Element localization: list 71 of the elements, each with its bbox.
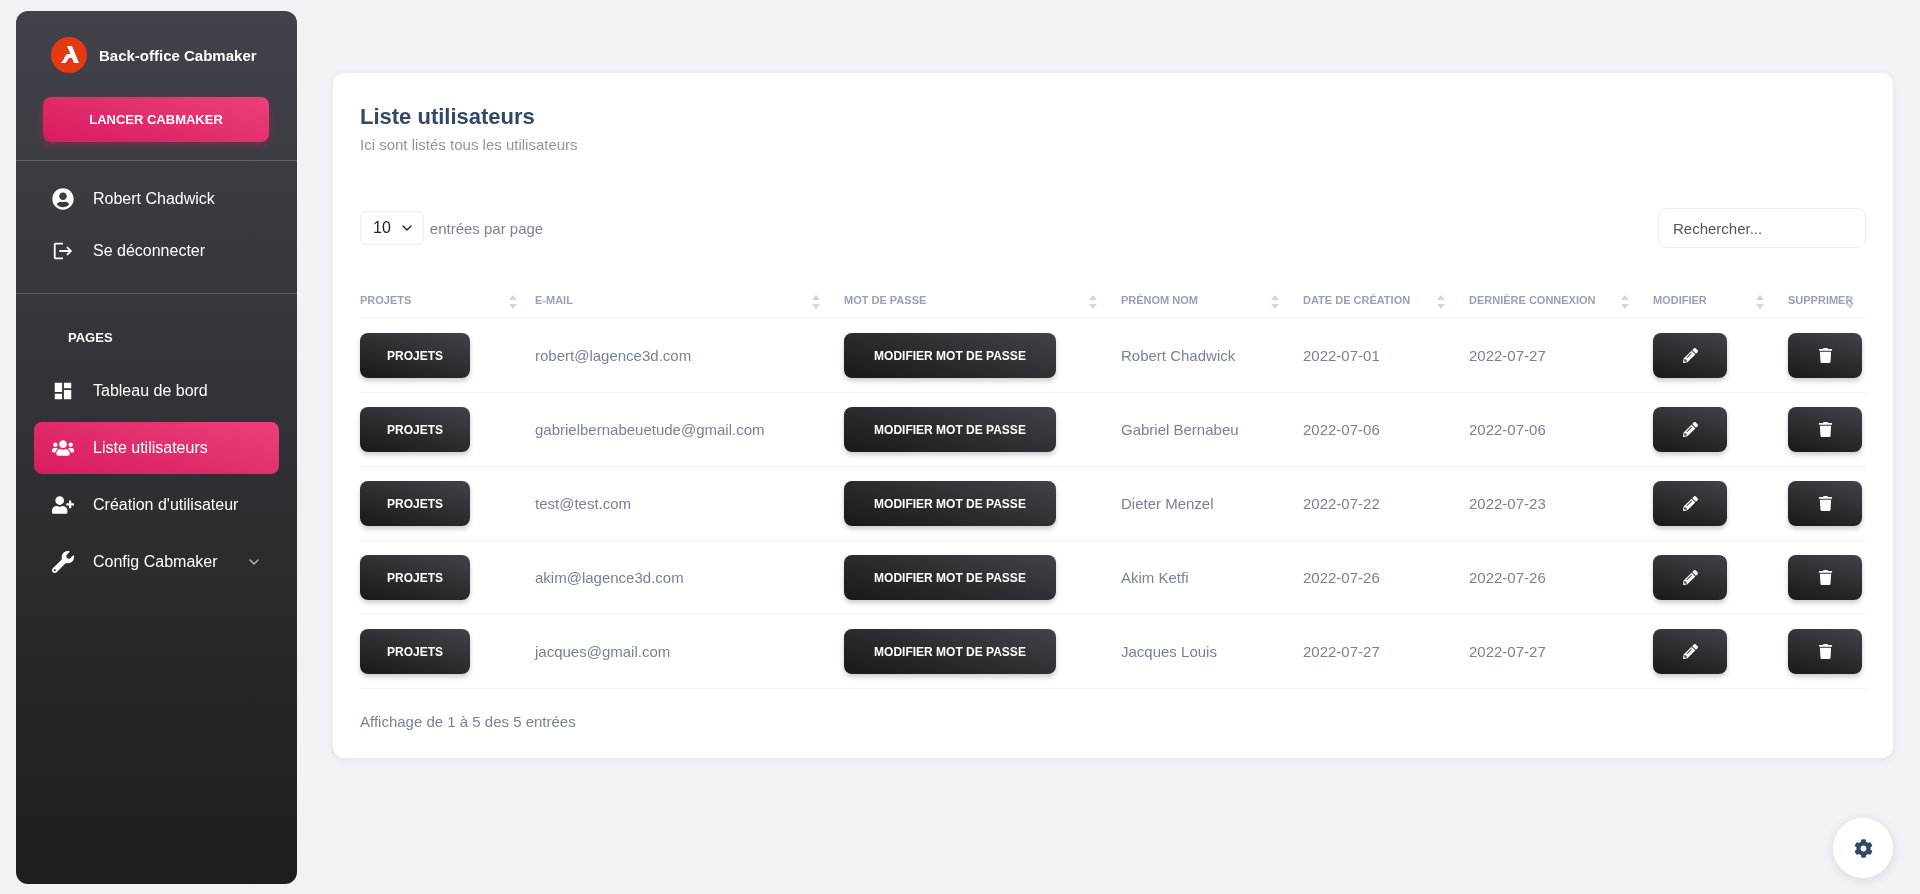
email-text: gabrielbernabeuetude@gmail.com: [535, 421, 765, 438]
trash-icon: [1817, 348, 1833, 363]
projects-button[interactable]: PROJETS: [360, 407, 470, 452]
projects-button[interactable]: PROJETS: [360, 629, 470, 674]
date-text: 2022-07-01: [1303, 347, 1380, 364]
logo-icon: [51, 37, 87, 73]
edit-button[interactable]: [1653, 629, 1727, 674]
date-text: 2022-07-26: [1469, 569, 1546, 586]
launch-button[interactable]: LANCER CABMAKER: [43, 97, 269, 142]
pagination-info: Affichage de 1 à 5 des 5 entrées: [360, 713, 577, 730]
logout-icon: [51, 240, 75, 262]
date-text: 2022-07-27: [1303, 643, 1380, 660]
pencil-icon: [1682, 570, 1698, 585]
nav-item[interactable]: Création d'utilisateur: [34, 479, 279, 531]
trash-icon: [1817, 570, 1833, 585]
settings-icon: [1853, 838, 1873, 858]
date-text: 2022-07-27: [1469, 643, 1546, 660]
change-password-button[interactable]: MODIFIER MOT DE PASSE: [844, 481, 1056, 526]
section-title: PAGES: [67, 329, 114, 347]
brand-name: Back-office Cabmaker: [99, 46, 257, 64]
pencil-icon: [1682, 348, 1698, 363]
email-text: test@test.com: [535, 495, 632, 512]
pencil-icon: [1682, 422, 1698, 437]
delete-button[interactable]: [1788, 629, 1862, 674]
trash-icon: [1817, 644, 1833, 659]
nav-item[interactable]: Liste utilisateurs: [34, 422, 279, 474]
date-text: 2022-07-27: [1469, 347, 1546, 364]
change-password-button[interactable]: MODIFIER MOT DE PASSE: [844, 407, 1056, 452]
users-icon: [51, 437, 75, 459]
delete-button[interactable]: [1788, 555, 1862, 600]
pencil-icon: [1682, 496, 1698, 511]
page-size-select[interactable]: 10: [360, 211, 424, 245]
name-text: Dieter Menzel: [1121, 495, 1214, 512]
date-text: 2022-07-06: [1303, 421, 1380, 438]
change-password-button[interactable]: MODIFIER MOT DE PASSE: [844, 333, 1056, 378]
name-text: Jacques Louis: [1121, 643, 1217, 660]
trash-icon: [1817, 496, 1833, 511]
date-text: 2022-07-06: [1469, 421, 1546, 438]
delete-button[interactable]: [1788, 481, 1862, 526]
card-title: Liste utilisateurs: [360, 104, 536, 130]
nav-item[interactable]: Tableau de bord: [34, 365, 279, 417]
projects-button[interactable]: PROJETS: [360, 481, 470, 526]
email-text: jacques@gmail.com: [535, 643, 671, 660]
name-text: Akim Ketfi: [1121, 569, 1189, 586]
date-text: 2022-07-26: [1303, 569, 1380, 586]
email-text: robert@lagence3d.com: [535, 347, 692, 364]
change-password-button[interactable]: MODIFIER MOT DE PASSE: [844, 555, 1056, 600]
page-size-label: entrées par page: [429, 219, 544, 237]
email-text: akim@lagence3d.com: [535, 569, 684, 586]
edit-button[interactable]: [1653, 481, 1727, 526]
nav-item[interactable]: Se déconnecter: [34, 225, 279, 277]
change-password-button[interactable]: MODIFIER MOT DE PASSE: [844, 629, 1056, 674]
date-text: 2022-07-22: [1303, 495, 1380, 512]
nav-item[interactable]: Robert Chadwick: [34, 173, 279, 225]
search-field[interactable]: Rechercher...: [1658, 208, 1866, 248]
date-text: 2022-07-23: [1469, 495, 1546, 512]
trash-icon: [1817, 422, 1833, 437]
name-text: Gabriel Bernabeu: [1121, 421, 1239, 438]
edit-button[interactable]: [1653, 555, 1727, 600]
edit-button[interactable]: [1653, 407, 1727, 452]
projects-button[interactable]: PROJETS: [360, 555, 470, 600]
edit-button[interactable]: [1653, 333, 1727, 378]
pencil-icon: [1682, 644, 1698, 659]
delete-button[interactable]: [1788, 407, 1862, 452]
user-plus-icon: [51, 494, 75, 516]
nav-item[interactable]: Config Cabmaker: [34, 536, 279, 588]
delete-button[interactable]: [1788, 333, 1862, 378]
wrench-icon: [51, 551, 75, 573]
card-subtitle: Ici sont listés tous les utilisateurs: [360, 136, 579, 153]
name-text: Robert Chadwick: [1121, 347, 1236, 364]
projects-button[interactable]: PROJETS: [360, 333, 470, 378]
